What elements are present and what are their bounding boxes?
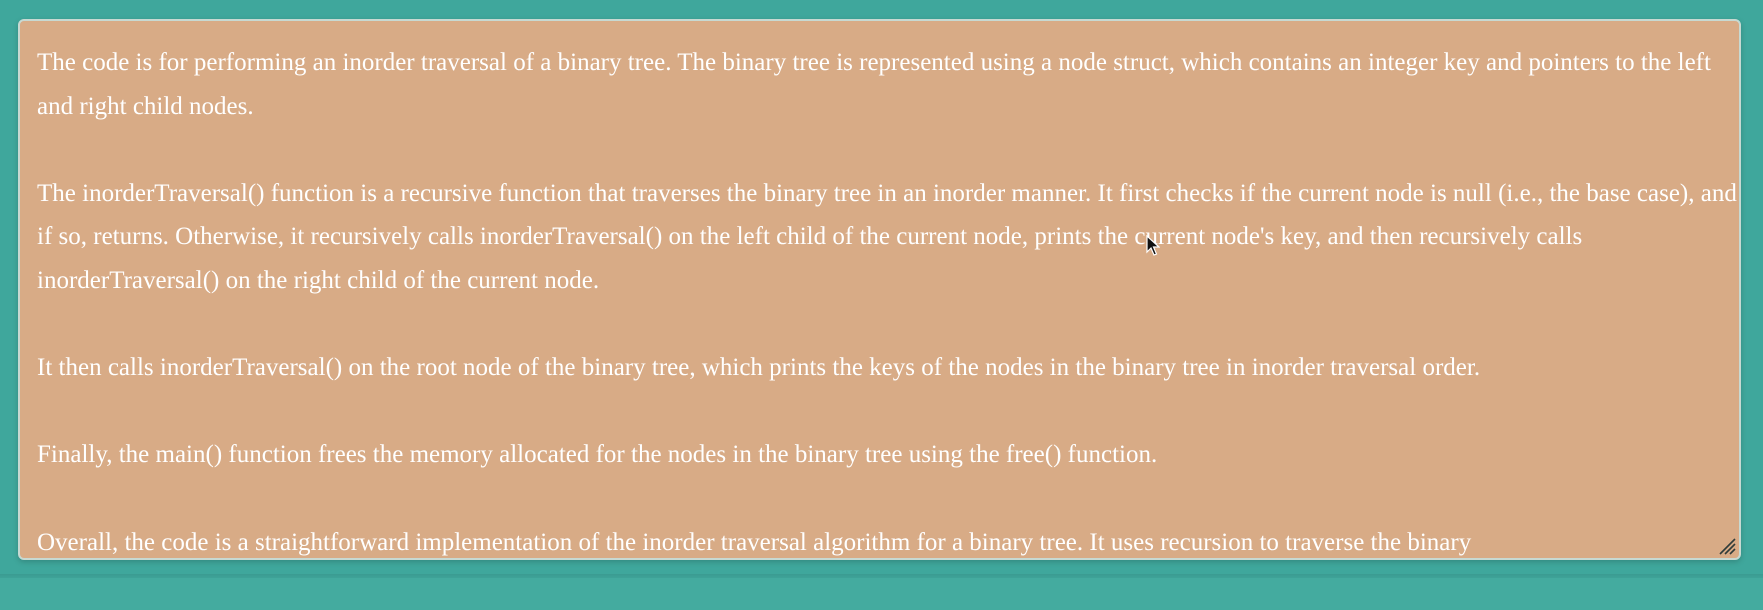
paragraph-4: Finally, the main() function frees the m… xyxy=(37,441,1158,469)
paragraph-3: It then calls inorderTraversal() on the … xyxy=(37,354,1481,382)
bottom-band xyxy=(0,578,1763,610)
response-textarea[interactable]: The code is for performing an inorder tr… xyxy=(18,19,1741,560)
paragraph-2: The inorderTraversal() function is a rec… xyxy=(37,179,1737,294)
resize-grip-icon[interactable] xyxy=(1716,535,1736,555)
paragraph-5: Overall, the code is a straightforward i… xyxy=(37,528,1472,556)
paragraph-1: The code is for performing an inorder tr… xyxy=(37,49,1711,120)
textarea-content[interactable]: The code is for performing an inorder tr… xyxy=(37,41,1737,558)
